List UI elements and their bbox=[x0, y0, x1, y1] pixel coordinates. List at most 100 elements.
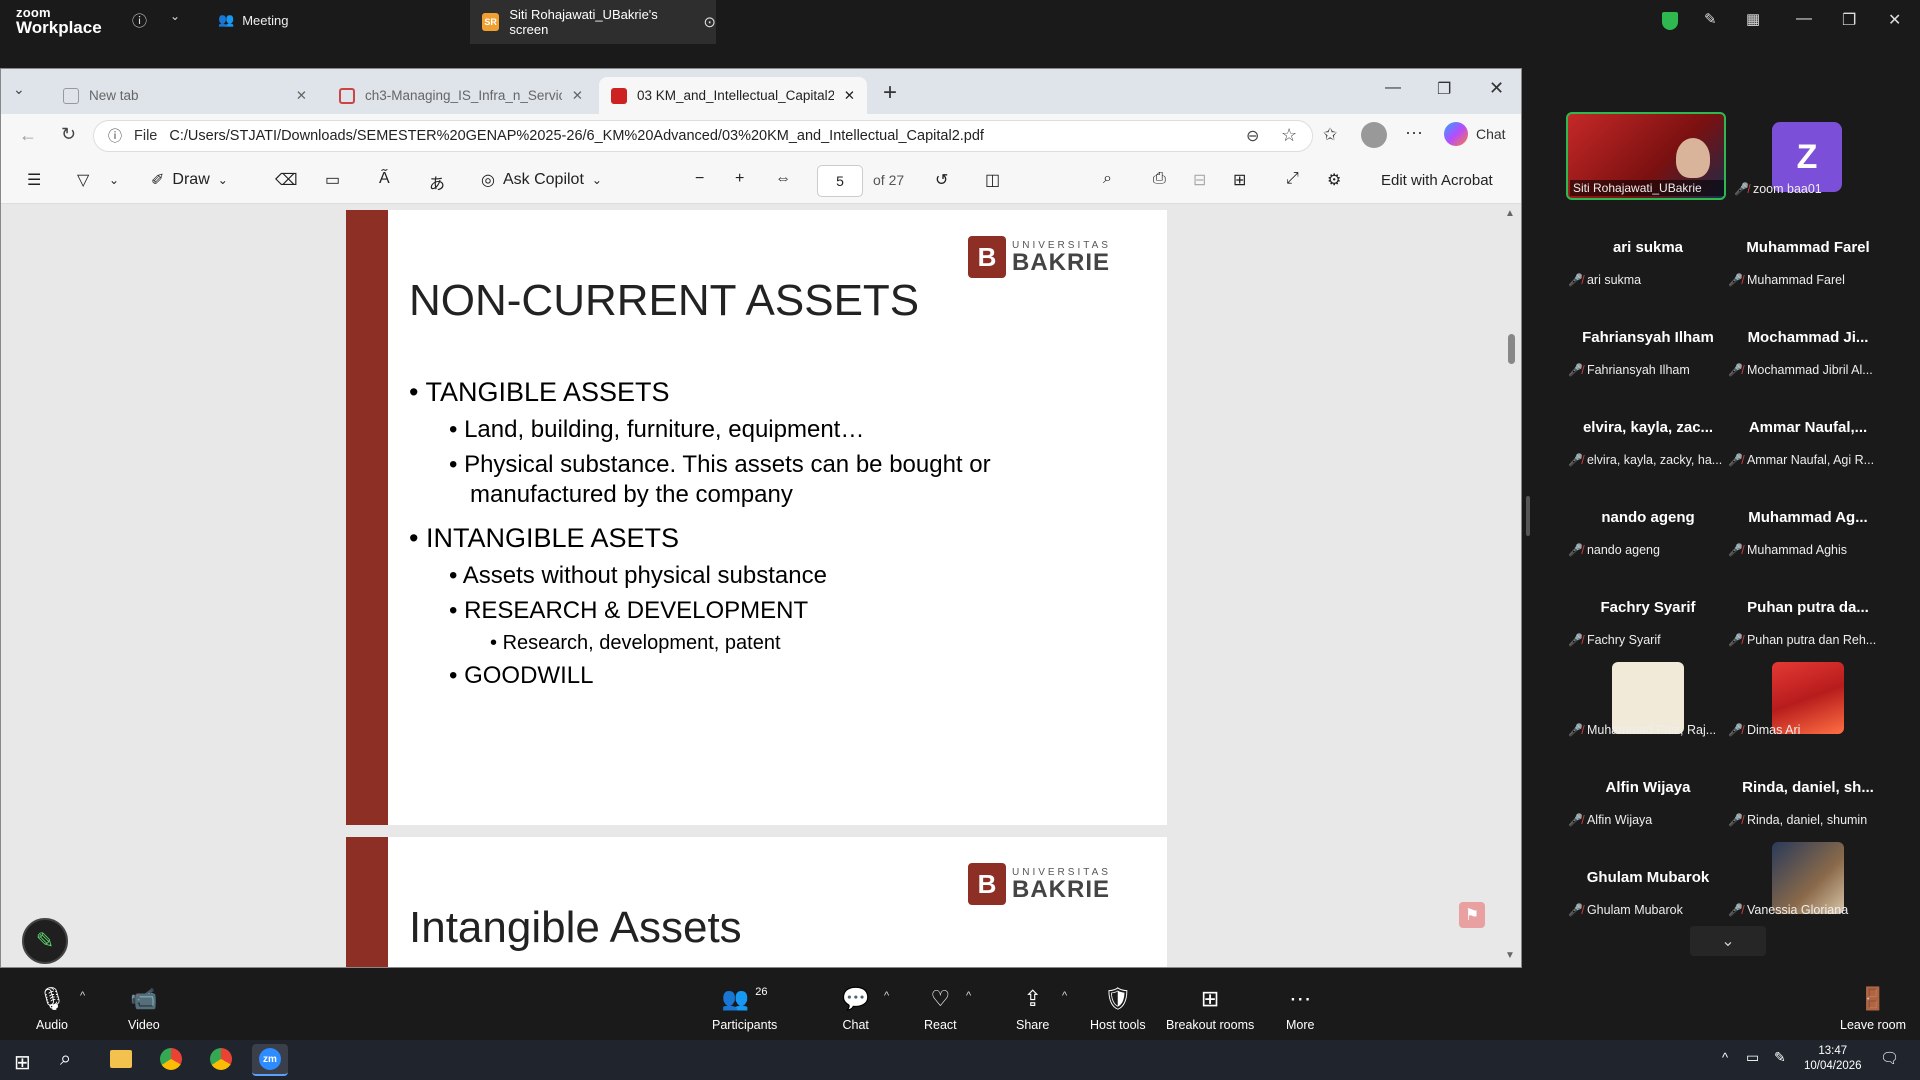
tab-close-icon[interactable]: ✕ bbox=[296, 88, 307, 104]
zoom-in-button[interactable]: + bbox=[735, 170, 744, 188]
minimize-icon[interactable]: — bbox=[1796, 10, 1812, 28]
mic-muted-icon: 🎤̸ bbox=[1728, 813, 1743, 827]
translate-icon[interactable]: あ bbox=[429, 170, 445, 194]
video-button[interactable]: 📹 Video bbox=[128, 986, 160, 1032]
tab-label: New tab bbox=[89, 88, 139, 103]
zoom-out-icon[interactable]: ⊖ bbox=[1246, 126, 1259, 146]
highlight-icon[interactable]: ▽ bbox=[77, 170, 89, 190]
tab-km-pdf[interactable]: 03 KM_and_Intellectual_Capital2.pdf ✕ bbox=[599, 77, 867, 114]
scroll-up-icon[interactable]: ▲ bbox=[1505, 208, 1515, 219]
tab-close-icon[interactable]: ✕ bbox=[844, 88, 855, 104]
tab-search-icon[interactable]: ⌄ bbox=[13, 81, 25, 98]
pdf-viewer[interactable]: B UNIVERSITAS BAKRIE NON-CURRENT ASSETS … bbox=[1, 204, 1521, 967]
contents-icon[interactable]: ☰ bbox=[27, 170, 41, 190]
shared-screen-label: Siti Rohajawati_UBakrie's screen bbox=[509, 7, 658, 37]
chrome-icon[interactable] bbox=[160, 1048, 182, 1070]
breakout-rooms-button[interactable]: ⊞ Breakout rooms bbox=[1166, 986, 1254, 1032]
audio-button[interactable]: 🎙 Audio bbox=[36, 986, 68, 1032]
star-icon[interactable]: ☆ bbox=[1281, 125, 1297, 146]
react-options-caret[interactable]: ^ bbox=[966, 990, 971, 1002]
fullscreen-icon[interactable]: ⤢ bbox=[1286, 170, 1299, 188]
shared-screen-tab[interactable]: SR Siti Rohajawati_UBakrie's screen ⊙ bbox=[470, 0, 716, 44]
scrollbar-thumb[interactable] bbox=[1508, 334, 1515, 364]
participant-video-tile-active-speaker[interactable]: Siti Rohajawati_UBakrie bbox=[1566, 112, 1726, 200]
url-field[interactable]: ⓘ File C:/Users/STJATI/Downloads/SEMESTE… bbox=[93, 120, 1313, 152]
shield-icon[interactable] bbox=[1662, 12, 1678, 30]
notification-icon[interactable]: 🗨 bbox=[1880, 1049, 1899, 1067]
chat-button[interactable]: 💬 Chat bbox=[842, 986, 869, 1032]
new-tab-icon[interactable]: + bbox=[883, 79, 897, 107]
chat-options-caret[interactable]: ^ bbox=[884, 990, 889, 1002]
universitas-bakrie-logo: B UNIVERSITAS BAKRIE bbox=[968, 863, 1111, 905]
file-explorer-icon[interactable] bbox=[110, 1050, 132, 1068]
draw-button[interactable]: ✐ Draw ⌄ bbox=[151, 170, 228, 190]
ask-copilot-button[interactable]: ◎ Ask Copilot ⌄ bbox=[481, 170, 602, 190]
copilot-chat-button[interactable]: Chat bbox=[1444, 122, 1506, 146]
page-view-icon[interactable]: ◫ bbox=[985, 170, 1000, 190]
host-tools-button[interactable]: 🛡 Host tools bbox=[1090, 986, 1146, 1032]
chevron-down-icon[interactable]: ⌄ bbox=[109, 173, 119, 187]
logo-text-bottom: BAKRIE bbox=[1012, 248, 1111, 276]
edit-with-acrobat-button[interactable]: Edit with Acrobat bbox=[1381, 172, 1493, 189]
save-as-icon[interactable]: ⊞ bbox=[1233, 170, 1246, 190]
zoom-taskbar-icon[interactable]: zm bbox=[252, 1044, 288, 1076]
scroll-more-button[interactable]: ⌄ bbox=[1690, 926, 1766, 956]
page-number-input[interactable]: 5 bbox=[817, 165, 863, 197]
zoom-out-button[interactable]: − bbox=[695, 170, 704, 188]
chevron-down-icon[interactable]: ⌄ bbox=[170, 9, 180, 23]
read-aloud-icon[interactable]: A᷉ bbox=[379, 170, 390, 188]
chrome-profile-icon[interactable] bbox=[210, 1048, 232, 1070]
tab-ch3[interactable]: ch3-Managing_IS_Infra_n_Services ✕ bbox=[327, 77, 595, 114]
info-icon[interactable]: ⓘ bbox=[108, 126, 122, 146]
scrollbar[interactable]: ▲ ▼ bbox=[1505, 208, 1518, 966]
print-icon[interactable]: ⎙ bbox=[1153, 170, 1166, 188]
leave-room-button[interactable]: 🚪 Leave room bbox=[1840, 986, 1906, 1032]
pdf-toolbar: ☰ ▽ ⌄ ✐ Draw ⌄ ⌫ ▭ A᷉ あ ◎ Ask Copilot ⌄ … bbox=[1, 158, 1521, 204]
network-icon[interactable]: ▭ bbox=[1746, 1049, 1759, 1066]
panel-resize-handle[interactable] bbox=[1526, 496, 1530, 536]
reload-icon[interactable]: ↻ bbox=[61, 124, 76, 145]
layout-icon[interactable]: ▦ bbox=[1746, 10, 1760, 28]
share-button[interactable]: ⇪ Share bbox=[1016, 986, 1049, 1032]
participant-label: 🎤̸ Fahriansyah Ilham bbox=[1568, 363, 1690, 377]
more-button[interactable]: ⋯ More bbox=[1286, 986, 1314, 1032]
react-button[interactable]: ♡ React bbox=[924, 986, 957, 1032]
back-icon[interactable]: ← bbox=[19, 125, 37, 146]
tab-new-tab[interactable]: New tab ✕ bbox=[51, 77, 319, 114]
copilot-icon: ◎ bbox=[481, 172, 495, 189]
clock[interactable]: 13:47 10/04/2026 bbox=[1804, 1044, 1862, 1074]
info-icon[interactable]: ⓘ bbox=[132, 10, 147, 31]
text-box-icon[interactable]: ▭ bbox=[325, 170, 340, 190]
meeting-tab[interactable]: 👥 Meeting bbox=[218, 12, 288, 28]
annotate-pen-button[interactable]: ✎ bbox=[22, 918, 68, 964]
search-icon[interactable]: ⌕ bbox=[1103, 170, 1112, 188]
pencil-icon[interactable]: ✎ bbox=[1704, 10, 1717, 28]
favorites-icon[interactable]: ✩ bbox=[1323, 125, 1337, 145]
participant-label: 🎤̸ nando ageng bbox=[1568, 543, 1660, 557]
pen-tray-icon[interactable]: ✎ bbox=[1774, 1049, 1786, 1066]
close-icon[interactable]: ✕ bbox=[1489, 78, 1504, 99]
profile-avatar[interactable] bbox=[1361, 122, 1387, 148]
participants-button[interactable]: 👥 26 Participants bbox=[712, 986, 777, 1032]
rotate-icon[interactable]: ↺ bbox=[935, 170, 948, 190]
tab-close-icon[interactable]: ✕ bbox=[572, 88, 583, 104]
save-icon[interactable]: ⊟ bbox=[1193, 170, 1206, 190]
bakrie-b-icon: B bbox=[968, 236, 1006, 278]
search-icon[interactable]: ⌕ bbox=[60, 1048, 71, 1071]
acrobat-icon[interactable]: ⚑ bbox=[1459, 902, 1485, 928]
audio-options-caret[interactable]: ^ bbox=[80, 990, 85, 1002]
more-options-icon[interactable]: ⊙ bbox=[703, 13, 716, 31]
tray-chevron-icon[interactable]: ^ bbox=[1722, 1050, 1728, 1065]
eraser-icon[interactable]: ⌫ bbox=[275, 170, 298, 190]
restore-icon[interactable]: ❐ bbox=[1437, 79, 1451, 99]
minimize-icon[interactable]: — bbox=[1385, 79, 1401, 97]
more-icon[interactable]: ⋯ bbox=[1405, 123, 1423, 144]
close-icon[interactable]: ✕ bbox=[1888, 10, 1901, 30]
restore-icon[interactable]: ❐ bbox=[1842, 10, 1856, 30]
fit-width-icon[interactable]: ⇔ bbox=[775, 170, 791, 188]
share-options-caret[interactable]: ^ bbox=[1062, 990, 1067, 1002]
scroll-down-icon[interactable]: ▼ bbox=[1505, 950, 1515, 961]
windows-start-icon[interactable]: ⊞ bbox=[14, 1050, 31, 1075]
page-total: of 27 bbox=[873, 172, 905, 188]
settings-icon[interactable]: ⚙ bbox=[1327, 170, 1341, 190]
